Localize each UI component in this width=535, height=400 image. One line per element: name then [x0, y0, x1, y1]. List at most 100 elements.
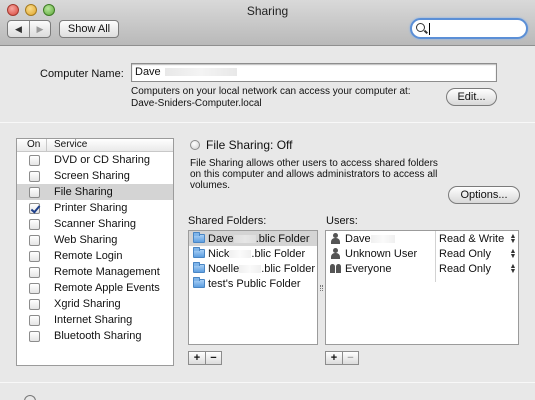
shared-folder-row[interactable]: Noelle .blic Folder: [189, 261, 317, 276]
service-enabled-checkbox[interactable]: [29, 186, 40, 198]
service-enabled-checkbox[interactable]: [29, 170, 40, 182]
shared-folders-list: Dave .blic Folder Nick .blic Folder Noelle .b…: [188, 230, 318, 345]
service-name: File Sharing: [54, 186, 113, 198]
service-row[interactable]: Scanner Sharing: [17, 216, 173, 232]
service-name: Screen Sharing: [54, 170, 130, 182]
service-row[interactable]: Web Sharing: [17, 232, 173, 248]
column-header-service[interactable]: Service: [47, 139, 87, 151]
split-view-handle[interactable]: [320, 285, 323, 291]
service-enabled-checkbox[interactable]: [29, 218, 40, 230]
divider: [0, 382, 535, 383]
users-list: Dave Read & Write ▲ ▼ Unknown User Read Only ▲…: [325, 230, 519, 345]
permission-popup[interactable]: Read & Write: [436, 233, 508, 245]
person-icon: [330, 248, 341, 259]
user-name: Unknown User: [345, 247, 418, 260]
service-enabled-checkbox[interactable]: [29, 282, 40, 294]
service-row[interactable]: Xgrid Sharing: [17, 296, 173, 312]
service-row[interactable]: Internet Sharing: [17, 312, 173, 328]
back-arrow-icon: ◀: [15, 23, 22, 34]
service-name: DVD or CD Sharing: [54, 154, 150, 166]
user-name: Everyone: [345, 262, 392, 275]
folder-name-suffix: .blic Folder: [255, 232, 310, 245]
shared-folders-label: Shared Folders:: [188, 215, 267, 227]
user-row[interactable]: Unknown User Read Only ▲ ▼: [326, 246, 518, 261]
user-row[interactable]: Dave Read & Write ▲ ▼: [326, 231, 518, 246]
service-name: Bluetooth Sharing: [54, 330, 142, 342]
forward-arrow-icon: ▶: [36, 23, 44, 34]
folder-icon: [193, 247, 205, 258]
user-name-cell: Dave: [326, 233, 436, 245]
folder-name: Dave: [208, 232, 234, 245]
redacted-text: [164, 68, 237, 77]
folder-name-suffix: .blic Folder: [261, 262, 315, 275]
shared-folder-row[interactable]: Nick .blic Folder: [189, 246, 317, 261]
service-row[interactable]: File Sharing: [17, 184, 173, 200]
add-folder-button[interactable]: +: [189, 352, 205, 364]
person-icon: [330, 233, 341, 244]
service-enabled-checkbox[interactable]: [29, 234, 40, 246]
search-icon: [416, 23, 425, 32]
service-name: Web Sharing: [54, 234, 118, 246]
permission-popup[interactable]: Read Only: [436, 263, 508, 275]
folder-name: Noelle: [208, 262, 240, 275]
service-row[interactable]: Remote Management: [17, 264, 173, 280]
remove-folder-button[interactable]: −: [205, 352, 221, 364]
text-cursor: [429, 23, 430, 35]
folder-name-suffix: .blic Folder: [251, 247, 306, 260]
edit-button[interactable]: Edit...: [446, 88, 497, 106]
users-label: Users:: [326, 215, 358, 227]
search-field[interactable]: [410, 18, 528, 39]
network-address-description: Computers on your local network can acce…: [131, 86, 411, 109]
popup-arrows-icon[interactable]: ▲ ▼: [508, 233, 518, 245]
folder-name: test's Public Folder: [208, 277, 301, 290]
add-user-button[interactable]: +: [326, 352, 342, 364]
service-row[interactable]: Remote Apple Events: [17, 280, 173, 296]
service-enabled-checkbox[interactable]: [29, 154, 40, 166]
permission-popup[interactable]: Read Only: [436, 248, 508, 260]
service-name: Remote Login: [54, 250, 123, 262]
folder-icon: [193, 232, 205, 243]
service-enabled-checkbox[interactable]: [29, 298, 40, 310]
forward-button[interactable]: ▶: [28, 21, 50, 37]
computer-name-label: Computer Name:: [40, 68, 124, 80]
users-add-remove: + −: [325, 351, 359, 365]
service-row[interactable]: Remote Login: [17, 248, 173, 264]
remove-user-button[interactable]: −: [342, 352, 358, 364]
folder-icon: [193, 262, 205, 273]
toolbar: Sharing ◀ ▶ Show All: [0, 0, 535, 46]
popup-arrows-icon[interactable]: ▲ ▼: [508, 248, 518, 260]
show-all-button[interactable]: Show All: [59, 20, 119, 38]
service-enabled-checkbox[interactable]: [29, 202, 40, 214]
service-enabled-checkbox[interactable]: [29, 314, 40, 326]
lock-icon[interactable]: [24, 395, 36, 400]
service-enabled-checkbox[interactable]: [29, 330, 40, 342]
redacted-text: [370, 234, 395, 243]
service-name: Printer Sharing: [54, 202, 128, 214]
shared-folder-row[interactable]: test's Public Folder: [189, 276, 317, 291]
popup-arrows-icon[interactable]: ▲ ▼: [508, 263, 518, 275]
folder-name: Nick: [208, 247, 230, 260]
redacted-text: [229, 249, 252, 258]
navigation-buttons: ◀ ▶: [7, 20, 51, 38]
options-button[interactable]: Options...: [448, 186, 520, 204]
user-name-cell: Unknown User: [326, 248, 436, 260]
file-sharing-status: File Sharing: Off: [206, 138, 293, 152]
computer-name-value: Dave: [135, 66, 161, 78]
computer-name-field[interactable]: Dave: [131, 63, 497, 82]
back-button[interactable]: ◀: [8, 21, 29, 37]
service-name: Scanner Sharing: [54, 218, 136, 230]
shared-folder-row[interactable]: Dave .blic Folder: [189, 231, 317, 246]
service-enabled-checkbox[interactable]: [29, 250, 40, 262]
service-row[interactable]: Screen Sharing: [17, 168, 173, 184]
column-header-on[interactable]: On: [17, 139, 47, 151]
user-name-cell: Everyone: [326, 263, 436, 275]
redacted-text: [233, 234, 256, 243]
folder-icon: [193, 277, 205, 288]
service-enabled-checkbox[interactable]: [29, 266, 40, 278]
service-name: Internet Sharing: [54, 314, 133, 326]
user-row[interactable]: Everyone Read Only ▲ ▼: [326, 261, 518, 276]
file-sharing-description: File Sharing allows other users to acces…: [190, 158, 438, 191]
service-row[interactable]: Bluetooth Sharing: [17, 328, 173, 344]
service-row[interactable]: DVD or CD Sharing: [17, 152, 173, 168]
service-row[interactable]: Printer Sharing: [17, 200, 173, 216]
